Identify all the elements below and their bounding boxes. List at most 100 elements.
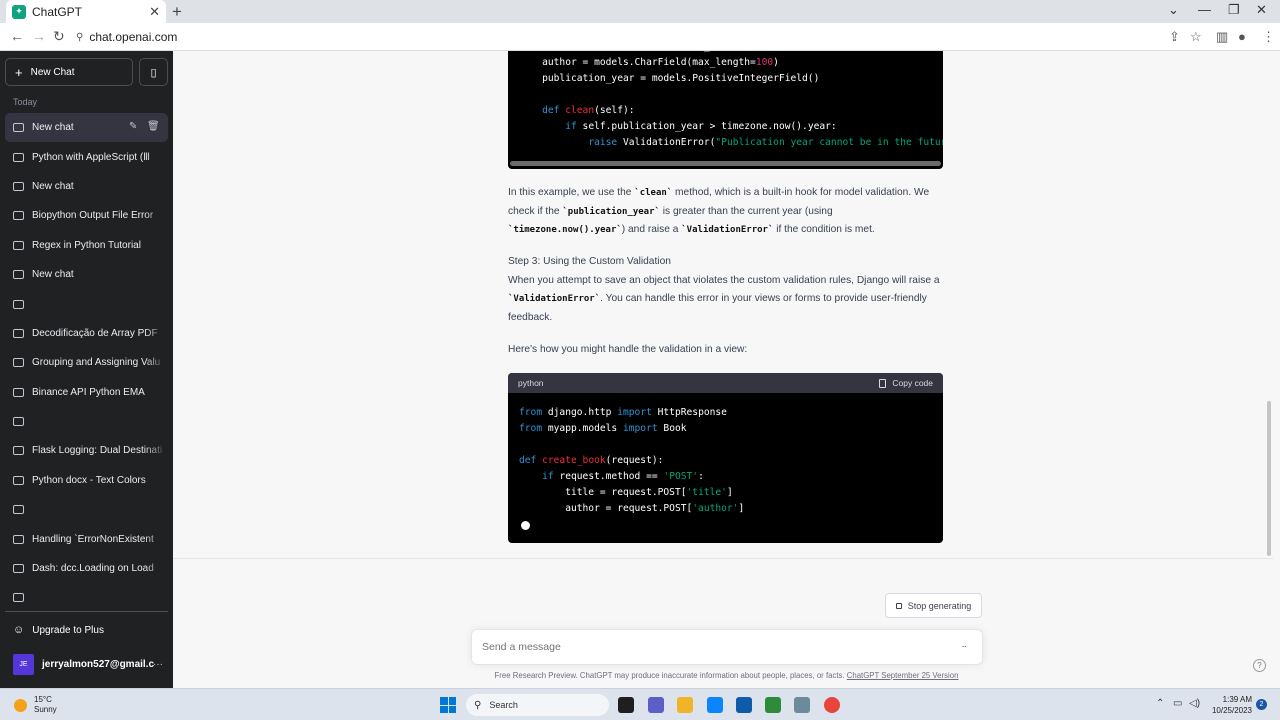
main-chat-area: title = models.CharField(max_length=100)… xyxy=(173,51,1280,688)
paragraph-explanation: In this example, we use the `clean` meth… xyxy=(508,187,930,236)
chat-history-item[interactable]: New chat xyxy=(5,259,168,290)
teams-chat-icon[interactable] xyxy=(648,697,664,713)
edit-icon[interactable]: ✎ xyxy=(129,121,137,132)
url-field[interactable]: ⚲ chat.openai.com xyxy=(76,30,177,44)
taskbar-search-label: Search xyxy=(489,700,518,710)
chat-history-label: New chat xyxy=(32,180,74,192)
sidebar-panel-icon: ▯ xyxy=(150,66,157,79)
more-options-icon[interactable]: ··· xyxy=(153,659,163,670)
chat-history-item[interactable]: Flask Logging: Dual Destinati xyxy=(5,436,168,466)
upgrade-label: Upgrade to Plus xyxy=(32,624,104,636)
side-panel-icon[interactable]: ▥ xyxy=(1216,29,1228,45)
remote-desktop-icon[interactable] xyxy=(794,697,810,713)
fade-overlay xyxy=(144,142,168,172)
chat-history-item[interactable]: Handling `ErrorNonExistent xyxy=(5,524,168,554)
chat-history-label: Biopython Output File Error xyxy=(32,210,154,222)
message-input[interactable] xyxy=(482,641,922,653)
folder-icon[interactable] xyxy=(677,697,693,713)
fade-overlay xyxy=(144,377,168,407)
temperature: 15°C xyxy=(34,695,52,704)
send-button[interactable]: ·· xyxy=(961,641,967,652)
version-link[interactable]: ChatGPT September 25 Version xyxy=(847,671,959,680)
help-button[interactable]: ? xyxy=(1253,659,1266,672)
footer-disclaimer: Free Research Preview. ChatGPT may produ… xyxy=(173,671,1280,680)
code-line: def create_book(request): xyxy=(519,455,664,466)
message-thread[interactable]: title = models.CharField(max_length=100)… xyxy=(173,51,1273,559)
edge-icon[interactable] xyxy=(707,697,723,713)
fade-overlay xyxy=(144,465,168,496)
upgrade-to-plus-button[interactable]: ☺ Upgrade to Plus xyxy=(13,624,104,636)
chat-history-item[interactable] xyxy=(5,583,168,613)
chat-history-item[interactable]: New chat xyxy=(5,171,168,202)
footer-text: Free Research Preview. ChatGPT may produ… xyxy=(494,671,847,680)
chat-history-item[interactable]: Python with AppleScript (Ⅲ xyxy=(5,142,168,172)
reload-icon[interactable]: ↻ xyxy=(53,28,65,45)
windows-taskbar: 15°C Sunny ⚲ Search ⌃ ▭ ◁) 1:39 AM 10/25… xyxy=(0,688,1280,720)
store-icon[interactable] xyxy=(736,697,752,713)
horizontal-scrollbar[interactable] xyxy=(510,161,941,166)
system-clock[interactable]: 1:39 AM 10/25/2023 xyxy=(1206,694,1252,716)
notification-badge[interactable]: 2 xyxy=(1256,699,1267,710)
paragraph-intro-view: Here's how you might handle the validati… xyxy=(508,344,748,355)
chat-history-item[interactable] xyxy=(5,406,168,437)
browser-menu-icon[interactable]: ⋮ xyxy=(1262,29,1275,45)
copy-code-label: Copy code xyxy=(892,378,933,388)
show-hidden-icons[interactable]: ⌃ xyxy=(1156,698,1164,709)
vertical-scrollbar[interactable] xyxy=(1267,401,1271,556)
chat-history-item[interactable]: Decodificação de Array PDF xyxy=(5,318,168,349)
bookmark-star-icon[interactable]: ☆ xyxy=(1190,29,1202,45)
chat-history-item[interactable]: Python docx - Text Colors xyxy=(5,465,168,496)
address-bar: ← → ↻ ⚲ chat.openai.com ⇪ ☆ ▥ ● ⋮ xyxy=(0,23,1280,51)
browser-tab[interactable]: ✦ ChatGPT ✕ xyxy=(6,0,166,23)
code-line: if request.method == 'POST': xyxy=(542,471,704,482)
forward-arrow-icon[interactable]: → xyxy=(32,28,46,44)
chat-history-item[interactable] xyxy=(5,289,168,319)
profile-icon[interactable]: ● xyxy=(1238,29,1246,44)
clipboard-icon xyxy=(879,378,887,388)
code-line: title = request.POST['title'] xyxy=(519,487,733,498)
chat-history-item[interactable]: Grouping and Assigning Valu xyxy=(5,348,168,378)
chat-history-item[interactable]: New chat ✎ 🗑 xyxy=(5,113,168,143)
stop-generating-button[interactable]: Stop generating xyxy=(885,593,982,618)
close-window-button[interactable]: ✕ xyxy=(1256,2,1267,18)
volume-icon[interactable]: ◁) xyxy=(1189,698,1200,709)
minimize-button[interactable]: — xyxy=(1198,2,1211,17)
fade-overlay xyxy=(144,171,168,202)
start-button[interactable] xyxy=(440,697,456,713)
tab-search-icon[interactable]: ⌄ xyxy=(1168,2,1179,18)
tab-title: ChatGPT xyxy=(32,4,83,19)
user-account-button[interactable]: JE jerryalmon527@gmail.c ··· xyxy=(13,654,163,675)
network-icon[interactable]: ▭ xyxy=(1173,698,1182,709)
chat-history-item[interactable]: Dash: dcc.Loading on Load xyxy=(5,553,168,584)
maximize-button[interactable]: ❐ xyxy=(1228,2,1240,18)
chat-history-item[interactable] xyxy=(5,495,168,525)
weather-widget[interactable]: 15°C Sunny xyxy=(14,695,57,715)
close-tab-icon[interactable]: ✕ xyxy=(149,4,160,20)
sidebar-toggle-button[interactable]: ▯ xyxy=(139,58,168,86)
chat-history-list: New chat ✎ 🗑 Python with AppleScript (Ⅲ New … xyxy=(5,113,168,613)
back-arrow-icon[interactable]: ← xyxy=(10,28,24,44)
clock-date: 10/25/2023 xyxy=(1211,706,1252,715)
excel-icon[interactable] xyxy=(765,697,781,713)
weather-condition: Sunny xyxy=(34,705,57,714)
chat-history-item[interactable]: Regex in Python Tutorial xyxy=(5,230,168,260)
new-tab-button[interactable]: + xyxy=(172,2,182,22)
code-line: author = request.POST['author'] xyxy=(519,503,745,514)
share-icon[interactable]: ⇪ xyxy=(1169,29,1180,45)
chat-history-item[interactable]: Binance API Python EMA xyxy=(5,377,168,407)
copy-code-button[interactable]: Copy code xyxy=(879,378,933,388)
chat-history-label: Dash: dcc.Loading on Load xyxy=(32,563,154,575)
avatar: JE xyxy=(13,654,34,675)
file-explorer-icon[interactable] xyxy=(618,697,634,713)
chrome-icon[interactable] xyxy=(824,697,840,713)
message-input-box[interactable]: ·· xyxy=(471,629,983,665)
new-chat-button[interactable]: + New Chat xyxy=(5,58,133,86)
fade-overlay xyxy=(144,436,168,466)
delete-icon[interactable]: 🗑 xyxy=(147,121,160,132)
chat-bubble-icon xyxy=(13,328,24,338)
site-info-icon[interactable]: ⚲ xyxy=(76,32,83,43)
taskbar-search[interactable]: ⚲ Search xyxy=(466,694,609,716)
chat-history-item[interactable]: Biopython Output File Error xyxy=(5,201,168,231)
chat-bubble-icon xyxy=(13,358,24,368)
fade-overlay xyxy=(144,318,168,349)
